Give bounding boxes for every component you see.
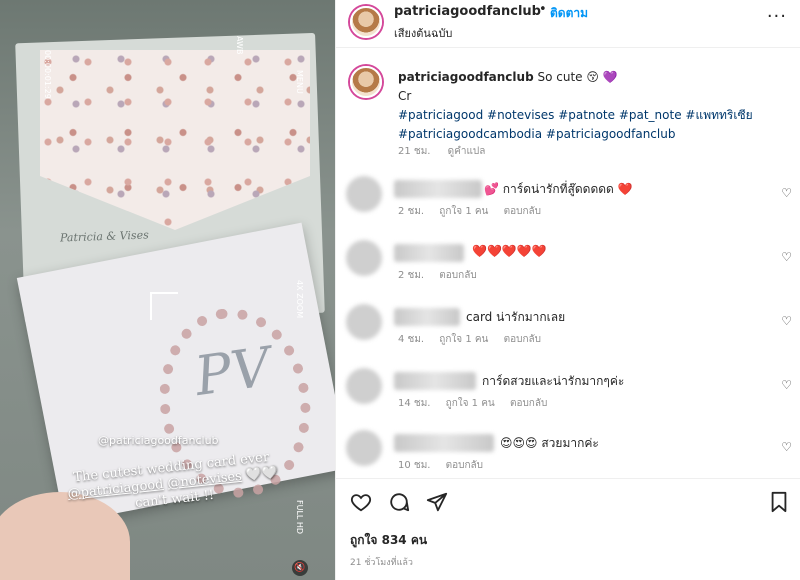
comment-item: 💕 การ์ดน่ารักที่สู๊ดดดดด ❤️ ♡ 2 ชม. ถูกใ…	[336, 176, 800, 238]
comment-like-heart-icon[interactable]: ♡	[781, 186, 792, 200]
comment-text: 💕 การ์ดน่ารักที่สู๊ดดดดด ❤️	[484, 182, 633, 196]
comment-meta: 2 ชม. ตอบกลับ	[398, 268, 489, 283]
share-icon[interactable]	[426, 491, 448, 519]
comment-time: 2 ชม.	[398, 206, 425, 217]
comment-like-heart-icon[interactable]: ♡	[781, 378, 792, 392]
follow-button[interactable]: ติดตาม	[550, 4, 588, 23]
comment-reply-link[interactable]: ตอบกลับ	[504, 334, 541, 345]
post-side-panel: patriciagoodfanclub • ติดตาม เสียงต้นฉบั…	[335, 0, 800, 580]
comment-like-heart-icon[interactable]: ♡	[781, 440, 792, 454]
camera-timecode: 00:00:01:29	[43, 50, 52, 99]
caption-hashtags-2[interactable]: #patriciagoodcambodia #patriciagoodfancl…	[398, 125, 788, 144]
author-avatar[interactable]	[350, 6, 382, 38]
comment-item: card น่ารักมากเลย ♡ 4 ชม. ถูกใจ 1 คน ตอบ…	[336, 304, 800, 366]
comment-username-blurred[interactable]	[394, 244, 464, 262]
comment-avatar[interactable]	[346, 240, 382, 276]
comment-time: 2 ชม.	[398, 270, 425, 281]
caption-text-block: patriciagoodfanclub So cute 😚 💜 Cr #patr…	[398, 68, 788, 144]
comment-text: การ์ดสวยและน่ารักมากๆค่ะ	[482, 374, 625, 388]
camera-format-label: FULL HD	[295, 500, 304, 535]
comment-text: card น่ารักมากเลย	[466, 310, 566, 324]
caption-credit: Cr	[398, 89, 412, 103]
comment-text: ❤️❤️❤️❤️❤️	[472, 244, 547, 258]
comment-time: 4 ชม.	[398, 334, 425, 345]
comment-text: 😍😍😍 สวยมากค่ะ	[500, 436, 599, 450]
comment-like-heart-icon[interactable]: ♡	[781, 250, 792, 264]
comment-reply-link[interactable]: ตอบกลับ	[510, 398, 547, 409]
translate-link[interactable]: ดูคำแปล	[448, 146, 486, 157]
author-username[interactable]: patriciagoodfanclub	[394, 4, 541, 19]
caption-time: 21 ชม.	[398, 146, 431, 157]
more-options-icon[interactable]: ···	[767, 6, 787, 27]
likes-count[interactable]: ถูกใจ 834 คน	[350, 531, 427, 550]
overlay-handle-text: @patriciagoodfanclub	[98, 434, 219, 447]
caption-username[interactable]: patriciagoodfanclub	[398, 70, 534, 84]
comment-reply-link[interactable]: ตอบกลับ	[504, 206, 541, 217]
card-monogram: PV	[190, 335, 275, 408]
comment-meta: 10 ชม. ตอบกลับ	[398, 458, 495, 473]
comment-icon[interactable]	[388, 491, 410, 519]
comment-avatar[interactable]	[346, 304, 382, 340]
comment-likes[interactable]: ถูกใจ 1 คน	[439, 334, 488, 345]
comment-username-blurred[interactable]	[394, 434, 494, 452]
comment-reply-link[interactable]: ตอบกลับ	[446, 460, 483, 471]
comment-meta: 4 ชม. ถูกใจ 1 คน ตอบกลับ	[398, 332, 553, 347]
comment-like-heart-icon[interactable]: ♡	[781, 314, 792, 328]
caption-meta: 21 ชม. ดูคำแปล	[398, 144, 499, 159]
comment-reply-link[interactable]: ตอบกลับ	[439, 270, 476, 281]
camera-awb-label: AWB	[235, 36, 244, 55]
comment-avatar[interactable]	[346, 176, 382, 212]
caption-text: So cute 😚 💜	[537, 70, 618, 84]
comment-meta: 2 ชม. ถูกใจ 1 คน ตอบกลับ	[398, 204, 553, 219]
post-timestamp[interactable]: 21 ชั่วโมงที่แล้ว	[350, 555, 413, 569]
comment-time: 14 ชม.	[398, 398, 431, 409]
comment-item: ❤️❤️❤️❤️❤️ ♡ 2 ชม. ตอบกลับ	[336, 240, 800, 302]
overlay-hearts: 🤍🤍	[245, 464, 279, 484]
caption-avatar[interactable]	[350, 66, 382, 98]
comment-item: การ์ดสวยและน่ารักมากๆค่ะ ♡ 14 ชม. ถูกใจ …	[336, 368, 800, 430]
comment-likes[interactable]: ถูกใจ 1 คน	[439, 206, 488, 217]
post-actions-bar: ถูกใจ 834 คน 21 ชั่วโมงที่แล้ว	[336, 478, 800, 580]
caption-hashtags-1[interactable]: #patriciagood #notevises #patnote #pat_n…	[398, 106, 788, 125]
comment-time: 10 ชม.	[398, 460, 431, 471]
comment-avatar[interactable]	[346, 430, 382, 466]
camera-zoom-label: 4X ZOOM	[295, 280, 304, 319]
comment-meta: 14 ชม. ถูกใจ 1 คน ตอบกลับ	[398, 396, 559, 411]
camera-menu-label: MENU	[295, 70, 304, 94]
heart-icon[interactable]	[350, 491, 372, 519]
comment-username-blurred[interactable]	[394, 180, 482, 198]
post-media[interactable]: Patricia & Vises PV 00:00:01:29 AWB MENU…	[0, 0, 335, 580]
camera-focus-box	[150, 292, 178, 320]
separator-dot: •	[539, 2, 547, 17]
comment-username-blurred[interactable]	[394, 308, 460, 326]
comment-likes[interactable]: ถูกใจ 1 คน	[446, 398, 495, 409]
audio-label[interactable]: เสียงต้นฉบับ	[394, 24, 452, 42]
comment-username-blurred[interactable]	[394, 372, 476, 390]
bookmark-icon[interactable]	[769, 491, 789, 519]
post-header: patriciagoodfanclub • ติดตาม เสียงต้นฉบั…	[336, 0, 800, 48]
comment-avatar[interactable]	[346, 368, 382, 404]
mute-icon[interactable]: 🔇	[292, 560, 308, 576]
